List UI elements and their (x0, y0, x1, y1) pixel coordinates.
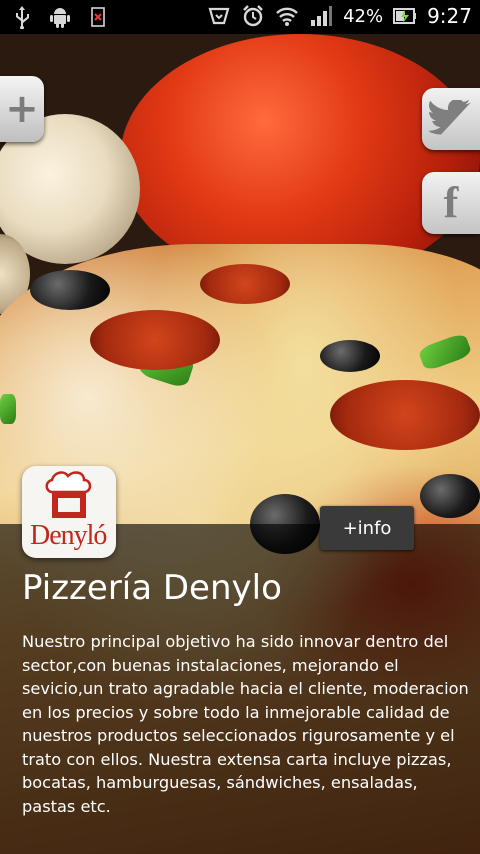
wifi-icon (275, 4, 299, 28)
olive-image (420, 474, 480, 518)
add-button-label: + (5, 86, 39, 132)
no-sim-icon (86, 5, 110, 29)
pepperoni-image (200, 264, 290, 304)
more-info-button[interactable]: +info (320, 506, 414, 550)
restaurant-logo: Denyló (22, 466, 116, 558)
usb-icon (10, 5, 34, 29)
pepper-image (0, 394, 16, 424)
olive-image (320, 340, 380, 372)
twitter-button[interactable] (422, 88, 480, 150)
battery-icon (393, 4, 417, 28)
clock: 9:27 (427, 4, 472, 28)
more-info-label: +info (342, 517, 392, 539)
facebook-button[interactable]: f (422, 172, 480, 234)
logo-name: Denyló (30, 520, 107, 551)
voicemail-icon (207, 4, 231, 28)
chef-hat-icon (45, 471, 92, 518)
facebook-icon: f (443, 178, 459, 227)
pepperoni-image (330, 380, 480, 450)
restaurant-description: Nuestro principal objetivo ha sido innov… (22, 632, 469, 816)
battery-percent: 42% (343, 5, 384, 27)
pepperoni-image (90, 310, 220, 370)
twitter-icon (429, 100, 471, 135)
android-icon (48, 5, 72, 29)
alarm-icon (241, 4, 265, 28)
status-bar: 42% 9:27 (0, 0, 480, 34)
add-button[interactable]: + (0, 76, 44, 142)
olive-image (30, 270, 110, 310)
signal-icon (309, 4, 333, 28)
restaurant-title: Pizzería Denylo (22, 568, 282, 608)
